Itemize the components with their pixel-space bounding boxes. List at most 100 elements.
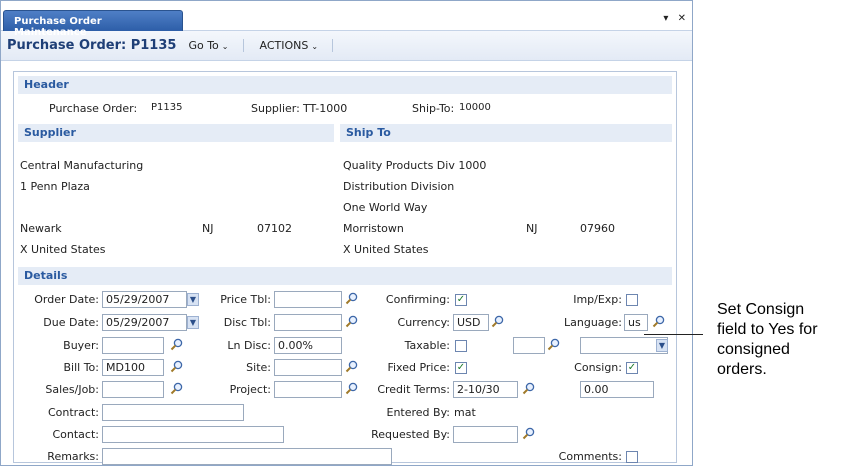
disc-tbl-label: Disc Tbl: — [223, 316, 271, 329]
contract-field[interactable] — [102, 404, 244, 421]
po-label: Purchase Order: — [49, 102, 138, 115]
fixed-price-checkbox[interactable]: ✓ — [455, 362, 467, 374]
bill-to-label: Bill To: — [63, 361, 100, 374]
consign-label: Consign: — [574, 361, 622, 374]
supplier-value: TT-1000 — [303, 102, 348, 115]
supplier-address-1: 1 Penn Plaza — [20, 180, 90, 193]
confirming-checkbox[interactable]: ✓ — [455, 294, 467, 306]
requested-by-field[interactable] — [453, 426, 518, 443]
contact-field[interactable] — [102, 426, 284, 443]
shipto-country: X United States — [343, 243, 429, 256]
goto-menu[interactable]: Go To ⌄ — [186, 39, 244, 52]
supplier-name: Central Manufacturing — [20, 159, 144, 172]
entered-by-label: Entered By: — [386, 406, 451, 419]
search-icon[interactable] — [547, 338, 560, 351]
tax-code-field[interactable] — [513, 337, 545, 354]
disc-tbl-field[interactable] — [274, 314, 342, 331]
details-section-title: Details — [18, 267, 672, 285]
order-date-field[interactable]: 05/29/2007 — [102, 291, 187, 308]
callout-line — [644, 334, 703, 335]
search-icon[interactable] — [170, 360, 183, 373]
shipto-section-title: Ship To — [340, 124, 672, 142]
ln-disc-label: Ln Disc: — [227, 339, 271, 352]
chevron-down-icon: ⌄ — [311, 42, 319, 51]
order-date-label: Order Date: — [34, 293, 99, 306]
consign-checkbox[interactable]: ✓ — [626, 362, 638, 374]
tab-purchase-order-maintenance[interactable]: Purchase Order Maintenance — [3, 10, 183, 38]
toolbar: Purchase Order: P1135 Go To ⌄ ACTIONS ⌄ — [1, 31, 692, 61]
supplier-state: NJ — [202, 222, 214, 235]
goto-label: Go To — [188, 39, 219, 52]
contract-label: Contract: — [47, 406, 99, 419]
imp-exp-label: Imp/Exp: — [573, 293, 622, 306]
currency-label: Currency: — [397, 316, 450, 329]
credit-amount-field[interactable]: 0.00 — [580, 381, 654, 398]
form-panel: Header Purchase Order: P1135 Supplier: T… — [13, 71, 677, 465]
tax-dropdown-icon[interactable]: ▼ — [656, 339, 668, 352]
project-field[interactable] — [274, 381, 342, 398]
search-icon[interactable] — [491, 315, 504, 328]
page-title: Purchase Order: P1135 — [7, 38, 177, 53]
tax-select[interactable] — [580, 337, 668, 354]
supplier-label: Supplier: — [251, 102, 300, 115]
tab-menu-icon[interactable]: ▾ — [663, 13, 668, 24]
supplier-zip: 07102 — [257, 222, 292, 235]
po-value: P1135 — [151, 102, 183, 113]
sales-job-field[interactable] — [102, 381, 164, 398]
fixed-price-label: Fixed Price: — [387, 361, 450, 374]
imp-exp-checkbox[interactable] — [626, 294, 638, 306]
confirming-label: Confirming: — [385, 293, 450, 306]
due-date-label: Due Date: — [43, 316, 99, 329]
bill-to-field[interactable]: MD100 — [102, 359, 164, 376]
shipto-address-1: Distribution Division — [343, 180, 455, 193]
buyer-label: Buyer: — [63, 339, 99, 352]
search-icon[interactable] — [652, 315, 665, 328]
requested-by-label: Requested By: — [371, 428, 450, 441]
actions-label: ACTIONS — [259, 39, 309, 52]
price-tbl-label: Price Tbl: — [220, 293, 271, 306]
shipto-zip: 07960 — [580, 222, 615, 235]
comments-checkbox[interactable] — [626, 451, 638, 463]
site-field[interactable] — [274, 359, 342, 376]
shipto-name: Quality Products Div 1000 — [343, 159, 487, 172]
search-icon[interactable] — [522, 427, 535, 440]
actions-menu[interactable]: ACTIONS ⌄ — [258, 39, 334, 52]
shipto-label: Ship-To: — [412, 102, 455, 115]
currency-field[interactable]: USD — [453, 314, 489, 331]
close-icon[interactable]: ✕ — [678, 13, 686, 24]
chevron-down-icon: ⌄ — [221, 42, 229, 51]
supplier-country: X United States — [20, 243, 106, 256]
ln-disc-field[interactable]: 0.00% — [274, 337, 342, 354]
remarks-field[interactable] — [102, 448, 392, 465]
search-icon[interactable] — [170, 382, 183, 395]
comments-label: Comments: — [558, 450, 622, 463]
tab-strip: Purchase Order Maintenance ▾ ✕ — [1, 1, 692, 38]
search-icon[interactable] — [522, 382, 535, 395]
tab-controls: ▾ ✕ — [657, 13, 686, 24]
project-label: Project: — [229, 383, 271, 396]
site-label: Site: — [246, 361, 271, 374]
credit-terms-field[interactable]: 2-10/30 — [453, 381, 518, 398]
sales-job-label: Sales/Job: — [45, 383, 99, 396]
taxable-label: Taxable: — [404, 339, 450, 352]
header-section-title: Header — [18, 76, 672, 94]
remarks-label: Remarks: — [47, 450, 99, 463]
price-tbl-field[interactable] — [274, 291, 342, 308]
supplier-section-title: Supplier — [18, 124, 334, 142]
due-date-field[interactable]: 05/29/2007 — [102, 314, 187, 331]
shipto-state: NJ — [526, 222, 538, 235]
callout-text: Set Consign field to Yes for consigned o… — [717, 301, 818, 378]
shipto-city: Morristown — [343, 222, 404, 235]
buyer-field[interactable] — [102, 337, 164, 354]
language-label: Language: — [564, 316, 622, 329]
taxable-checkbox[interactable] — [455, 340, 467, 352]
shipto-address-2: One World Way — [343, 201, 428, 214]
language-field[interactable]: us — [624, 314, 648, 331]
contact-label: Contact: — [52, 428, 99, 441]
search-icon[interactable] — [170, 338, 183, 351]
supplier-city: Newark — [20, 222, 62, 235]
entered-by-value: mat — [454, 406, 476, 419]
credit-terms-label: Credit Terms: — [377, 383, 450, 396]
purchase-order-window: Purchase Order Maintenance ▾ ✕ Purchase … — [0, 0, 693, 466]
shipto-value: 10000 — [459, 102, 491, 113]
